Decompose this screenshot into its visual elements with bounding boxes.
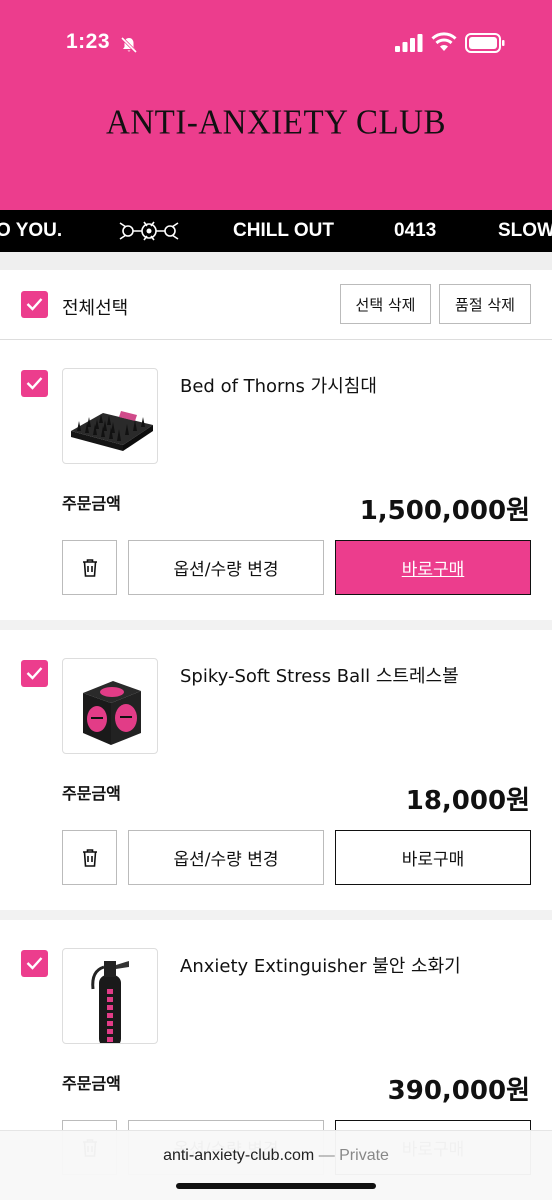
- delete-selected-button[interactable]: 선택 삭제: [340, 284, 431, 324]
- checkmark-icon: [26, 667, 43, 680]
- private-label: — Private: [318, 1147, 389, 1164]
- select-all-checkbox[interactable]: [21, 291, 48, 318]
- item-checkbox[interactable]: [21, 370, 48, 397]
- delete-item-button[interactable]: [62, 540, 117, 595]
- marquee-item: 0413: [394, 220, 437, 241]
- trash-icon: [82, 848, 97, 867]
- product-price: 18,000원: [405, 786, 530, 816]
- home-indicator[interactable]: [176, 1183, 376, 1189]
- product-price: 1,500,000원: [359, 496, 530, 526]
- brand-logo-text[interactable]: ANTI-ANXIETY CLUB: [0, 104, 552, 143]
- bell-muted-icon: [120, 36, 138, 54]
- order-amount-label: 주문금액: [62, 784, 121, 803]
- cellular-signal-icon: [395, 34, 423, 52]
- marquee-item: SLOW: [498, 220, 552, 241]
- checkmark-icon: [26, 377, 43, 390]
- cart-item: Spiky-Soft Stress Ball 스트레스볼 주문금액 18,000…: [0, 630, 552, 920]
- order-amount-label: 주문금액: [62, 1074, 121, 1093]
- order-amount-label: 주문금액: [62, 494, 121, 513]
- status-time: 1:23: [66, 30, 111, 53]
- url-display[interactable]: anti-anxiety-club.com — Private: [0, 1147, 552, 1165]
- product-title[interactable]: Anxiety Extinguisher 불안 소화기: [180, 952, 461, 978]
- checkmark-icon: [26, 957, 43, 970]
- select-all-row: 전체선택 선택 삭제 품절 삭제: [0, 270, 552, 340]
- delete-soldout-button[interactable]: 품절 삭제: [439, 284, 531, 324]
- marquee-banner: O YOU. CHILL OUT 0413 SLOW: [0, 210, 552, 252]
- wifi-icon: [431, 32, 457, 51]
- url-text: anti-anxiety-club.com: [163, 1147, 315, 1164]
- club-emblem-icon: [119, 221, 179, 241]
- product-title[interactable]: Spiky-Soft Stress Ball 스트레스볼: [180, 662, 459, 688]
- battery-icon: [465, 33, 505, 53]
- product-thumbnail[interactable]: [62, 368, 158, 464]
- status-bar: 1:23: [0, 0, 552, 90]
- change-option-button[interactable]: 옵션/수량 변경: [128, 540, 324, 595]
- buy-now-button[interactable]: 바로구매: [335, 540, 531, 595]
- extinguisher-image: [91, 961, 129, 1043]
- cart-item: Bed of Thorns 가시침대 주문금액 1,500,000원 옵션/수량…: [0, 340, 552, 630]
- item-checkbox[interactable]: [21, 950, 48, 977]
- product-thumbnail[interactable]: [62, 658, 158, 754]
- product-title[interactable]: Bed of Thorns 가시침대: [180, 372, 377, 398]
- buy-now-button[interactable]: 바로구매: [335, 830, 531, 885]
- checkmark-icon: [26, 298, 43, 311]
- item-checkbox[interactable]: [21, 660, 48, 687]
- marquee-item: CHILL OUT: [233, 220, 334, 241]
- select-all-label: 전체선택: [62, 298, 129, 319]
- header: 1:23 ANTI-ANXIETY CLUB: [0, 0, 552, 210]
- section-divider: [0, 252, 552, 270]
- product-thumbnail[interactable]: [62, 948, 158, 1044]
- trash-icon: [82, 558, 97, 577]
- change-option-button[interactable]: 옵션/수량 변경: [128, 830, 324, 885]
- product-price: 390,000원: [387, 1076, 530, 1106]
- browser-address-bar[interactable]: anti-anxiety-club.com — Private: [0, 1130, 552, 1200]
- delete-item-button[interactable]: [62, 830, 117, 885]
- bed-of-thorns-image: [71, 411, 153, 451]
- stress-ball-image: [83, 681, 141, 745]
- marquee-item: O YOU.: [0, 220, 63, 241]
